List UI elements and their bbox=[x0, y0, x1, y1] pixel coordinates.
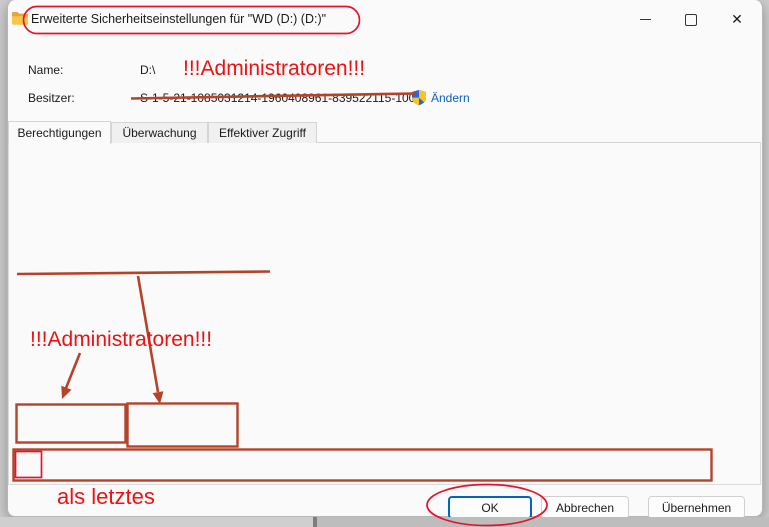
change-owner-link[interactable]: Ändern bbox=[431, 91, 470, 105]
apply-button[interactable]: Übernehmen bbox=[648, 496, 745, 519]
owner-value: S-1-5-21-1085031214-1960408961-839522115… bbox=[140, 91, 423, 105]
annotation-admin-warning-top: !!!Administratoren!!! bbox=[183, 57, 366, 80]
uac-shield-icon bbox=[411, 89, 427, 111]
window-title: Erweiterte Sicherheitseinstellungen für … bbox=[31, 12, 327, 26]
close-icon: ✕ bbox=[731, 11, 743, 27]
tab-ueberwachung[interactable]: Überwachung bbox=[111, 122, 208, 143]
minimize-button[interactable] bbox=[622, 1, 668, 38]
annotation-do-last-note: als letztes bbox=[57, 484, 155, 509]
background-strip bbox=[0, 517, 769, 527]
minimize-icon bbox=[639, 19, 651, 20]
owner-label: Besitzer: bbox=[28, 91, 75, 105]
tab-berechtigungen[interactable]: Berechtigungen bbox=[8, 121, 111, 144]
name-value: D:\ bbox=[140, 63, 156, 77]
maximize-icon bbox=[685, 13, 697, 26]
close-button[interactable]: ✕ bbox=[714, 1, 760, 38]
permissions-tab-panel bbox=[8, 142, 761, 485]
cancel-button[interactable]: Abbrechen bbox=[541, 496, 629, 519]
name-label: Name: bbox=[28, 63, 64, 77]
tab-strip: Berechtigungen Überwachung Effektiver Zu… bbox=[8, 120, 761, 144]
tab-effektiver-zugriff[interactable]: Effektiver Zugriff bbox=[208, 122, 317, 143]
ok-button[interactable]: OK bbox=[448, 496, 532, 519]
maximize-button[interactable] bbox=[668, 1, 714, 38]
folder-icon bbox=[11, 10, 29, 32]
annotation-admin-warning-table: !!!Administratoren!!! bbox=[30, 328, 213, 351]
